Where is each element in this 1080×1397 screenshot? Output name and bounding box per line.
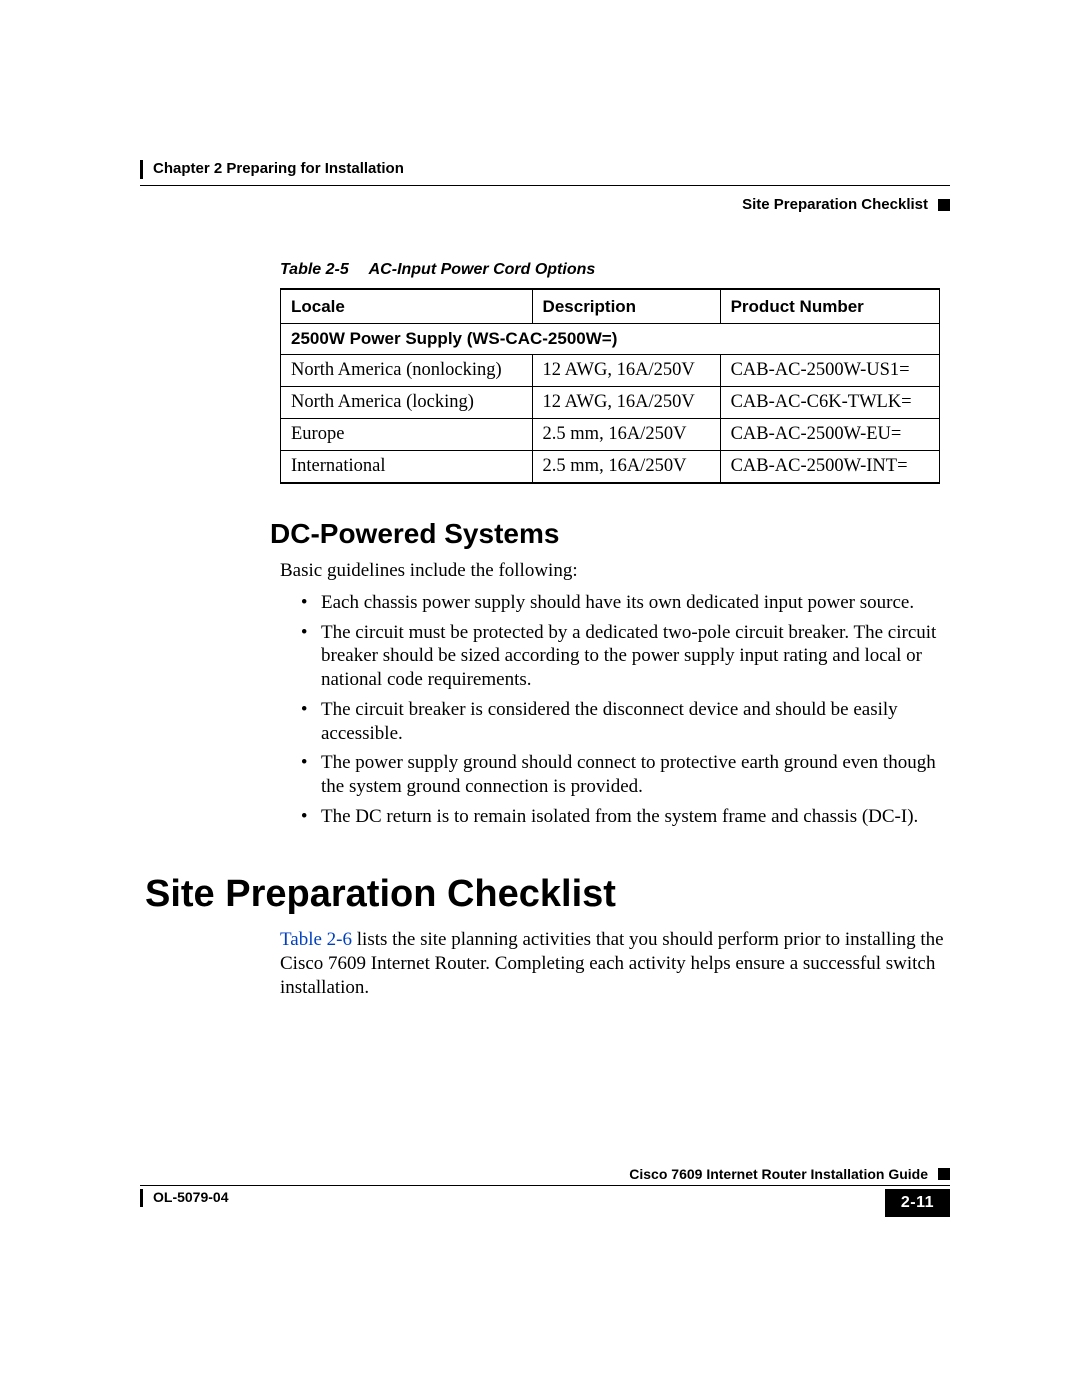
- heading-dc-powered: DC-Powered Systems: [270, 516, 950, 551]
- table-2-6-link[interactable]: Table 2-6: [280, 929, 352, 950]
- running-header: Chapter 2 Preparing for Installation Sit…: [140, 160, 950, 215]
- table-number: Table 2-5: [280, 261, 349, 278]
- running-header-section: Site Preparation Checklist: [140, 196, 950, 215]
- col-pn: Product Number: [720, 289, 939, 324]
- list-item: The circuit breaker is considered the di…: [317, 698, 950, 746]
- table-row: Europe 2.5 mm, 16A/250V CAB-AC-2500W-EU=: [281, 418, 940, 450]
- list-item: Each chassis power supply should have it…: [317, 591, 950, 615]
- col-desc: Description: [532, 289, 720, 324]
- header-rule: [140, 185, 950, 186]
- col-locale: Locale: [281, 289, 533, 324]
- dc-bullet-list: Each chassis power supply should have it…: [295, 591, 950, 829]
- running-footer: Cisco 7609 Internet Router Installation …: [140, 1166, 950, 1218]
- cell-desc: 2.5 mm, 16A/250V: [532, 450, 720, 483]
- cell-pn: CAB-AC-2500W-INT=: [720, 450, 939, 483]
- dc-intro: Basic guidelines include the following:: [280, 559, 950, 583]
- list-item: The circuit must be protected by a dedic…: [317, 621, 950, 692]
- table-title: AC-Input Power Cord Options: [369, 261, 596, 278]
- cell-pn: CAB-AC-2500W-US1=: [720, 354, 939, 386]
- table-row: International 2.5 mm, 16A/250V CAB-AC-25…: [281, 450, 940, 483]
- table-subhead-row: 2500W Power Supply (WS-CAC-2500W=): [281, 324, 940, 354]
- cell-locale: International: [281, 450, 533, 483]
- cell-desc: 12 AWG, 16A/250V: [532, 386, 720, 418]
- cell-locale: North America (nonlocking): [281, 354, 533, 386]
- table-header-row: Locale Description Product Number: [281, 289, 940, 324]
- footer-rule: [140, 1185, 950, 1186]
- heading-site-prep: Site Preparation Checklist: [145, 871, 950, 919]
- table-caption: Table 2-5 AC-Input Power Cord Options: [280, 260, 950, 280]
- footer-page-number: 2-11: [885, 1189, 950, 1217]
- power-cord-table: Locale Description Product Number 2500W …: [280, 288, 940, 484]
- cell-desc: 12 AWG, 16A/250V: [532, 354, 720, 386]
- table-row: North America (nonlocking) 12 AWG, 16A/2…: [281, 354, 940, 386]
- cell-locale: North America (locking): [281, 386, 533, 418]
- cell-pn: CAB-AC-2500W-EU=: [720, 418, 939, 450]
- list-item: The DC return is to remain isolated from…: [317, 805, 950, 829]
- cell-pn: CAB-AC-C6K-TWLK=: [720, 386, 939, 418]
- cell-locale: Europe: [281, 418, 533, 450]
- cell-desc: 2.5 mm, 16A/250V: [532, 418, 720, 450]
- site-paragraph: Table 2-6 lists the site planning activi…: [280, 928, 950, 999]
- footer-guide-title: Cisco 7609 Internet Router Installation …: [140, 1166, 950, 1184]
- site-paragraph-rest: lists the site planning activities that …: [280, 929, 944, 998]
- table-subhead: 2500W Power Supply (WS-CAC-2500W=): [281, 324, 940, 354]
- running-header-chapter: Chapter 2 Preparing for Installation: [140, 160, 950, 179]
- table-row: North America (locking) 12 AWG, 16A/250V…: [281, 386, 940, 418]
- list-item: The power supply ground should connect t…: [317, 751, 950, 799]
- footer-doc-number: OL-5079-04: [140, 1189, 228, 1207]
